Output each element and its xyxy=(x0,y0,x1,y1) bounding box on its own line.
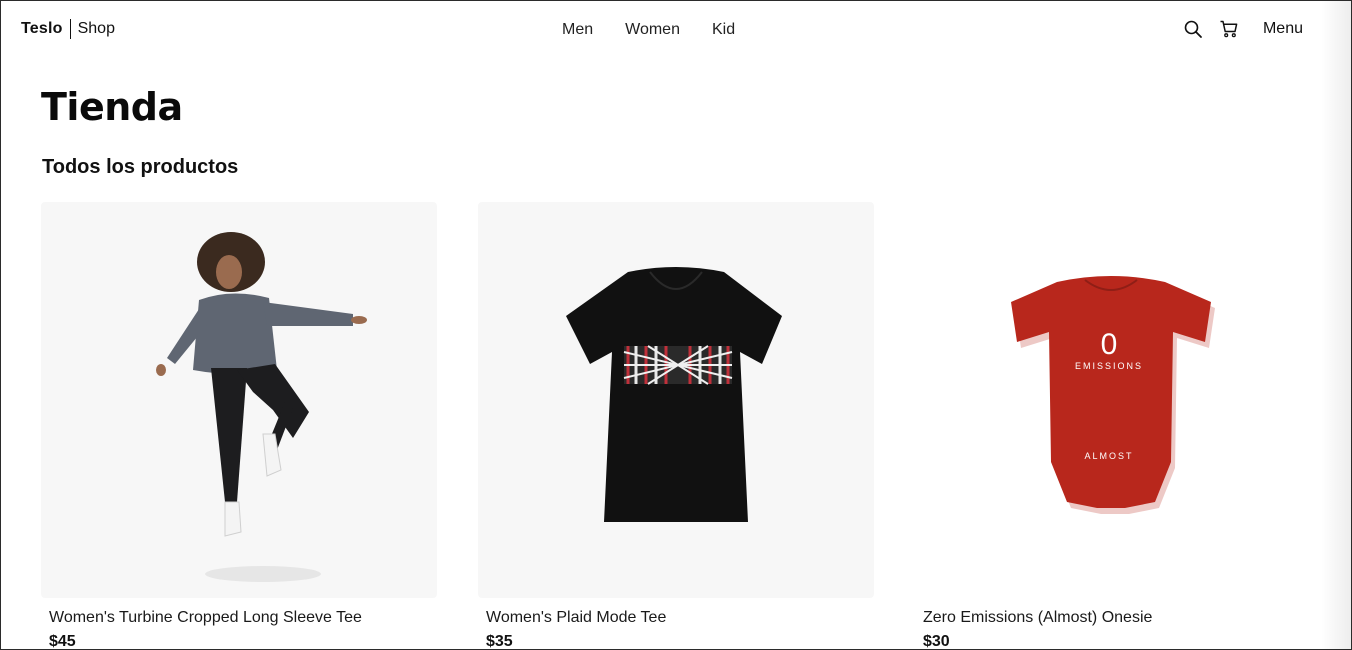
product-image[interactable]: 0 EMISSIONS ALMOST xyxy=(915,202,1311,598)
product-image[interactable] xyxy=(478,202,874,598)
product-title[interactable]: Women's Plaid Mode Tee xyxy=(478,609,874,627)
product-grid: Women's Turbine Cropped Long Sleeve Tee … xyxy=(41,202,1311,650)
brand-divider xyxy=(69,19,71,39)
page-title: Tienda xyxy=(41,85,183,129)
product-title[interactable]: Zero Emissions (Almost) Onesie xyxy=(915,609,1311,627)
category-nav: Men Women Kid xyxy=(546,19,751,41)
product-image[interactable] xyxy=(41,202,437,598)
brand-name: Teslo xyxy=(21,20,63,37)
nav-link-women[interactable]: Women xyxy=(609,19,696,41)
product-card[interactable]: Women's Plaid Mode Tee $35 xyxy=(478,202,874,650)
brand-subtitle: Shop xyxy=(77,20,115,37)
product-price: $45 xyxy=(49,633,76,650)
top-navbar: Teslo Shop Men Women Kid Menu xyxy=(1,1,1341,59)
onesie-text-almost: ALMOST xyxy=(1084,451,1133,461)
brand-logo[interactable]: Teslo Shop xyxy=(21,19,115,39)
onesie-text-emissions: EMISSIONS xyxy=(1075,361,1143,371)
product-card[interactable]: 0 EMISSIONS ALMOST Zero Emissions (Almos… xyxy=(915,202,1311,650)
product-title[interactable]: Women's Turbine Cropped Long Sleeve Tee xyxy=(41,609,437,627)
cart-icon[interactable] xyxy=(1217,17,1241,41)
product-price: $35 xyxy=(486,633,513,650)
product-price: $30 xyxy=(923,633,950,650)
search-icon[interactable] xyxy=(1181,17,1205,41)
nav-link-men[interactable]: Men xyxy=(546,19,609,41)
product-card[interactable]: Women's Turbine Cropped Long Sleeve Tee … xyxy=(41,202,437,650)
header-actions: Menu xyxy=(1169,17,1303,41)
page-edge-shadow xyxy=(1321,1,1351,650)
nav-link-kid[interactable]: Kid xyxy=(696,19,751,41)
page-subtitle: Todos los productos xyxy=(42,156,239,178)
onesie-text-zero: 0 xyxy=(1101,328,1118,361)
menu-button[interactable]: Menu xyxy=(1263,20,1303,38)
